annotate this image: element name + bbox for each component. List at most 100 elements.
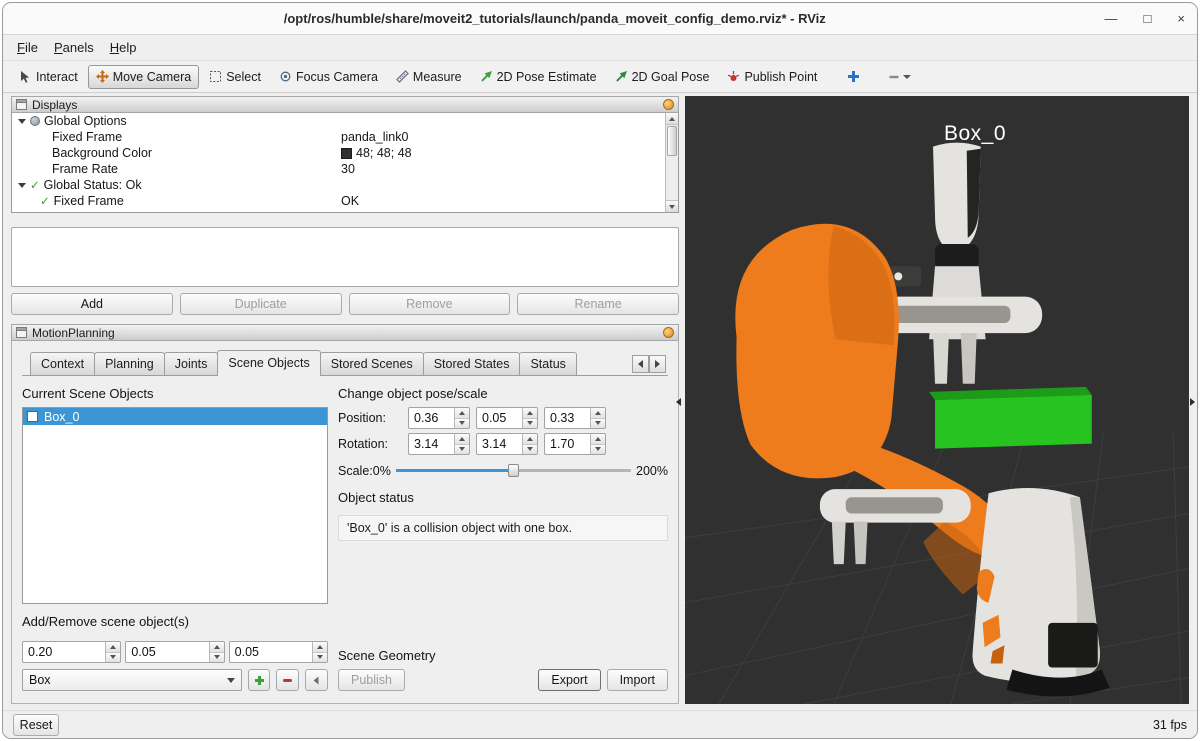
- measure-tool-button[interactable]: Measure: [388, 65, 470, 89]
- rotation-x-spinbox[interactable]: [408, 433, 470, 455]
- step-up-icon[interactable]: [106, 642, 120, 652]
- tab-stored-states[interactable]: Stored States: [423, 352, 521, 375]
- tree-row[interactable]: ✓ Fixed Frame OK: [12, 193, 665, 209]
- step-up-icon[interactable]: [523, 408, 537, 418]
- tree-scrollbar[interactable]: [665, 113, 678, 212]
- step-down-icon[interactable]: [455, 444, 469, 455]
- dim-z-spinbox[interactable]: [229, 641, 328, 663]
- frame-rate-value[interactable]: 30: [341, 162, 665, 176]
- step-down-icon[interactable]: [591, 444, 605, 455]
- tab-planning[interactable]: Planning: [94, 352, 165, 375]
- goal-pose-tool-button[interactable]: 2D Goal Pose: [607, 65, 718, 89]
- 3d-viewport[interactable]: Box_0: [685, 96, 1189, 704]
- rotation-y-spinbox[interactable]: [476, 433, 538, 455]
- remove-button[interactable]: Remove: [349, 293, 511, 315]
- add-object-button[interactable]: [248, 669, 271, 691]
- motionplanning-panel-header[interactable]: MotionPlanning: [11, 324, 679, 341]
- dim-x-spinbox[interactable]: [22, 641, 121, 663]
- panel-config-button[interactable]: [663, 327, 674, 338]
- scrollbar-thumb[interactable]: [667, 126, 677, 156]
- interact-tool-button[interactable]: Interact: [11, 65, 86, 89]
- menu-file[interactable]: File: [9, 37, 46, 58]
- add-button[interactable]: Add: [11, 293, 173, 315]
- dim-z-input[interactable]: [230, 642, 312, 662]
- maximize-icon[interactable]: □: [1144, 12, 1152, 25]
- tab-status[interactable]: Status: [519, 352, 576, 375]
- scale-slider[interactable]: [396, 463, 631, 478]
- menu-panels[interactable]: Panels: [46, 37, 102, 58]
- step-down-icon[interactable]: [591, 418, 605, 429]
- dim-y-spinbox[interactable]: [125, 641, 224, 663]
- publish-point-tool-button[interactable]: Publish Point: [719, 65, 825, 89]
- tab-scroll-right-icon[interactable]: [649, 355, 666, 373]
- step-up-icon[interactable]: [455, 408, 469, 418]
- expander-icon[interactable]: [18, 183, 26, 188]
- dim-y-input[interactable]: [126, 642, 208, 662]
- step-up-icon[interactable]: [210, 642, 224, 652]
- step-up-icon[interactable]: [455, 434, 469, 444]
- object-checkbox[interactable]: [27, 411, 38, 422]
- panel-config-button[interactable]: [663, 99, 674, 110]
- step-down-icon[interactable]: [523, 418, 537, 429]
- menu-help[interactable]: Help: [102, 37, 145, 58]
- undo-button[interactable]: [305, 669, 328, 691]
- expander-icon[interactable]: [18, 119, 26, 124]
- list-item-box0[interactable]: Box_0: [23, 408, 327, 425]
- rotation-z-spinbox[interactable]: [544, 433, 606, 455]
- step-up-icon[interactable]: [591, 408, 605, 418]
- tab-scroll-left-icon[interactable]: [632, 355, 649, 373]
- rotation-z-input[interactable]: [545, 434, 590, 454]
- tab-stored-scenes[interactable]: Stored Scenes: [320, 352, 424, 375]
- dim-x-input[interactable]: [23, 642, 105, 662]
- position-z-input[interactable]: [545, 408, 590, 428]
- scroll-down-icon[interactable]: [666, 200, 678, 212]
- import-button[interactable]: Import: [607, 669, 668, 691]
- reset-button[interactable]: Reset: [13, 714, 59, 736]
- publish-button[interactable]: Publish: [338, 669, 405, 691]
- step-down-icon[interactable]: [313, 652, 327, 663]
- position-x-spinbox[interactable]: [408, 407, 470, 429]
- background-color-value[interactable]: 48; 48; 48: [341, 146, 665, 160]
- tree-row[interactable]: Global Options: [12, 113, 665, 129]
- titlebar[interactable]: /opt/ros/humble/share/moveit2_tutorials/…: [3, 3, 1197, 35]
- position-y-input[interactable]: [477, 408, 522, 428]
- step-up-icon[interactable]: [591, 434, 605, 444]
- step-down-icon[interactable]: [210, 652, 224, 663]
- slider-handle[interactable]: [508, 464, 519, 477]
- tab-scene-objects[interactable]: Scene Objects: [217, 350, 320, 376]
- tab-joints[interactable]: Joints: [164, 352, 219, 375]
- tree-row[interactable]: Fixed Frame panda_link0: [12, 129, 665, 145]
- rotation-y-input[interactable]: [477, 434, 522, 454]
- shape-select[interactable]: Box: [22, 669, 242, 691]
- displays-panel-header[interactable]: Displays: [11, 96, 679, 113]
- collapse-right-panel-handle[interactable]: [1187, 393, 1197, 411]
- scroll-up-icon[interactable]: [666, 113, 678, 125]
- step-up-icon[interactable]: [523, 434, 537, 444]
- tree-row[interactable]: ✓ Global Status: Ok: [12, 177, 665, 193]
- select-tool-button[interactable]: Select: [201, 65, 269, 89]
- position-z-spinbox[interactable]: [544, 407, 606, 429]
- minimize-icon[interactable]: —: [1105, 12, 1118, 25]
- remove-object-button[interactable]: [276, 669, 299, 691]
- add-tool-button[interactable]: [841, 66, 866, 87]
- tab-context[interactable]: Context: [30, 352, 95, 375]
- focus-camera-tool-button[interactable]: Focus Camera: [271, 65, 386, 89]
- duplicate-button[interactable]: Duplicate: [180, 293, 342, 315]
- remove-tool-button[interactable]: [882, 67, 917, 87]
- rotation-x-input[interactable]: [409, 434, 454, 454]
- move-camera-tool-button[interactable]: Move Camera: [88, 65, 200, 89]
- close-icon[interactable]: ×: [1177, 12, 1185, 25]
- pose-estimate-tool-button[interactable]: 2D Pose Estimate: [472, 65, 605, 89]
- collision-box-object[interactable]: [929, 387, 1092, 449]
- step-down-icon[interactable]: [523, 444, 537, 455]
- position-y-spinbox[interactable]: [476, 407, 538, 429]
- collapse-left-panel-handle[interactable]: [673, 393, 683, 411]
- step-down-icon[interactable]: [106, 652, 120, 663]
- export-button[interactable]: Export: [538, 669, 600, 691]
- position-x-input[interactable]: [409, 408, 454, 428]
- tree-row[interactable]: Background Color 48; 48; 48: [12, 145, 665, 161]
- rename-button[interactable]: Rename: [517, 293, 679, 315]
- tree-row[interactable]: Frame Rate 30: [12, 161, 665, 177]
- step-up-icon[interactable]: [313, 642, 327, 652]
- step-down-icon[interactable]: [455, 418, 469, 429]
